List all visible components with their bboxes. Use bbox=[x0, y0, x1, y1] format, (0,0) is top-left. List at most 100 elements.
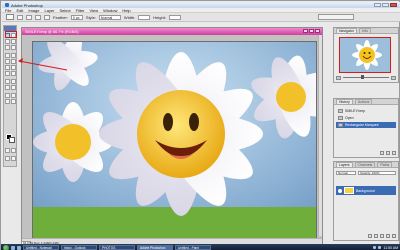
style-select[interactable]: Normal bbox=[98, 14, 121, 20]
lasso-icon[interactable] bbox=[5, 39, 10, 44]
tab-info[interactable]: Info bbox=[358, 28, 371, 33]
blur-icon[interactable] bbox=[5, 71, 10, 76]
quicklaunch-browser-icon[interactable] bbox=[17, 245, 21, 250]
tab-paths[interactable]: Paths bbox=[377, 162, 393, 167]
taskbar-item-paint[interactable]: Untitled - Paint bbox=[175, 245, 211, 250]
tab-navigator[interactable]: Navigator bbox=[336, 28, 357, 33]
quicklaunch-desktop-icon[interactable] bbox=[11, 245, 15, 250]
feather-label: Feather: bbox=[53, 14, 68, 20]
menu-file[interactable]: File bbox=[5, 8, 11, 13]
screen-mode-icon[interactable] bbox=[5, 156, 10, 161]
notes-icon[interactable] bbox=[5, 93, 10, 98]
healing-icon[interactable] bbox=[5, 53, 10, 58]
feather-input[interactable]: 0 px bbox=[70, 14, 83, 20]
trash-icon[interactable] bbox=[392, 234, 396, 238]
layers-tabs: Layers Channels Paths bbox=[334, 162, 398, 168]
taskbar-item-outlook[interactable]: Inbox - Outlook bbox=[61, 245, 97, 250]
tab-actions[interactable]: Actions bbox=[354, 99, 373, 104]
menu-layer[interactable]: Layer bbox=[44, 8, 54, 13]
tab-history[interactable]: History bbox=[336, 99, 353, 104]
options-bar: Feather: 0 px Style: Normal Width: Heigh… bbox=[2, 13, 400, 22]
vertical-scrollbar[interactable] bbox=[318, 35, 322, 236]
tool-preset-picker[interactable] bbox=[6, 14, 14, 20]
pen-icon[interactable] bbox=[5, 85, 10, 90]
minimize-button[interactable] bbox=[374, 3, 381, 7]
new-document-icon[interactable] bbox=[380, 151, 384, 155]
magic-wand-icon[interactable] bbox=[11, 39, 16, 44]
slice-icon[interactable] bbox=[11, 45, 16, 50]
network-icon[interactable] bbox=[373, 246, 377, 249]
background-color-swatch[interactable] bbox=[9, 137, 15, 143]
menu-select[interactable]: Select bbox=[60, 8, 71, 13]
doc-minimize-button[interactable] bbox=[303, 29, 308, 33]
gradient-icon[interactable] bbox=[11, 65, 16, 70]
document-title-bar[interactable]: SMILEY.bmp @ 66.7% (RGB/8) bbox=[22, 28, 322, 35]
hand-icon[interactable] bbox=[5, 99, 10, 104]
add-selection-icon[interactable] bbox=[26, 14, 32, 20]
history-snapshot[interactable]: SMILEY.bmp bbox=[336, 108, 396, 114]
document-canvas[interactable] bbox=[32, 41, 317, 239]
intersect-selection-icon[interactable] bbox=[44, 14, 50, 20]
history-snapshot-label: SMILEY.bmp bbox=[345, 109, 366, 113]
history-item-open[interactable]: Open bbox=[336, 115, 396, 121]
zoom-out-icon[interactable] bbox=[336, 75, 341, 80]
link-icon[interactable] bbox=[368, 234, 372, 238]
menu-window[interactable]: Window bbox=[103, 8, 117, 13]
delete-icon[interactable] bbox=[392, 151, 396, 155]
eraser-icon[interactable] bbox=[5, 65, 10, 70]
taskbar-item-photoshop[interactable]: Adobe Photoshop bbox=[137, 245, 173, 250]
mask-icon[interactable] bbox=[380, 234, 384, 238]
height-input[interactable] bbox=[168, 14, 181, 20]
layer-style-icon[interactable] bbox=[374, 234, 378, 238]
palette-well[interactable] bbox=[318, 14, 354, 20]
shape-icon[interactable] bbox=[11, 85, 16, 90]
menu-image[interactable]: Image bbox=[28, 8, 39, 13]
navigator-zoom-controls bbox=[336, 75, 396, 80]
menu-help[interactable]: Help bbox=[122, 8, 130, 13]
width-label: Width: bbox=[123, 14, 136, 20]
taskbar-item-notepad[interactable]: Untitled - Notepad bbox=[23, 245, 59, 250]
history-brush-icon[interactable] bbox=[11, 59, 16, 64]
maximize-button[interactable] bbox=[382, 3, 389, 7]
taskbar-item-photos[interactable]: PHOTOS bbox=[99, 245, 135, 250]
width-input[interactable] bbox=[138, 14, 151, 20]
menu-filter[interactable]: Filter bbox=[76, 8, 85, 13]
zoom-in-icon[interactable] bbox=[391, 75, 396, 80]
menu-edit[interactable]: Edit bbox=[16, 8, 23, 13]
stamp-icon[interactable] bbox=[5, 59, 10, 64]
type-icon[interactable] bbox=[11, 79, 16, 84]
navigator-tabs: Navigator Info bbox=[334, 28, 398, 34]
subtract-selection-icon[interactable] bbox=[35, 14, 41, 20]
zoom-slider[interactable] bbox=[343, 75, 389, 79]
clock[interactable]: 11:50 AM bbox=[383, 246, 398, 250]
volume-icon[interactable] bbox=[378, 246, 382, 249]
visibility-eye-icon[interactable] bbox=[338, 188, 342, 193]
path-icon[interactable] bbox=[5, 79, 10, 84]
new-snapshot-icon[interactable] bbox=[386, 151, 390, 155]
eyedropper-icon[interactable] bbox=[11, 93, 16, 98]
opacity-field[interactable]: Opacity: 100% bbox=[358, 170, 396, 175]
imageready-icon[interactable] bbox=[11, 156, 16, 161]
quickmask-icon[interactable] bbox=[5, 148, 10, 153]
new-layer-icon[interactable] bbox=[386, 234, 390, 238]
dodge-icon[interactable] bbox=[11, 71, 16, 76]
tab-channels[interactable]: Channels bbox=[354, 162, 376, 167]
crop-icon[interactable] bbox=[5, 45, 10, 50]
navigator-thumbnail[interactable] bbox=[339, 37, 391, 73]
tab-layers[interactable]: Layers bbox=[336, 162, 353, 167]
zoom-slider-knob[interactable] bbox=[361, 75, 365, 79]
history-item-marquee[interactable]: Rectangular Marquee bbox=[336, 122, 396, 128]
brush-icon[interactable] bbox=[11, 53, 16, 58]
start-button[interactable] bbox=[3, 244, 9, 250]
doc-maximize-button[interactable] bbox=[309, 29, 314, 33]
history-item-label: Open bbox=[345, 116, 354, 120]
blend-mode-select[interactable]: Normal bbox=[336, 170, 356, 175]
zoom-icon[interactable] bbox=[11, 99, 16, 104]
new-selection-icon[interactable] bbox=[17, 14, 23, 20]
menu-view[interactable]: View bbox=[90, 8, 99, 13]
close-button[interactable] bbox=[390, 3, 397, 7]
doc-close-button[interactable] bbox=[315, 29, 320, 33]
smiley-daisy-image bbox=[33, 42, 316, 238]
standard-mode-icon[interactable] bbox=[11, 148, 16, 153]
layer-row-background[interactable]: Background bbox=[336, 186, 396, 195]
